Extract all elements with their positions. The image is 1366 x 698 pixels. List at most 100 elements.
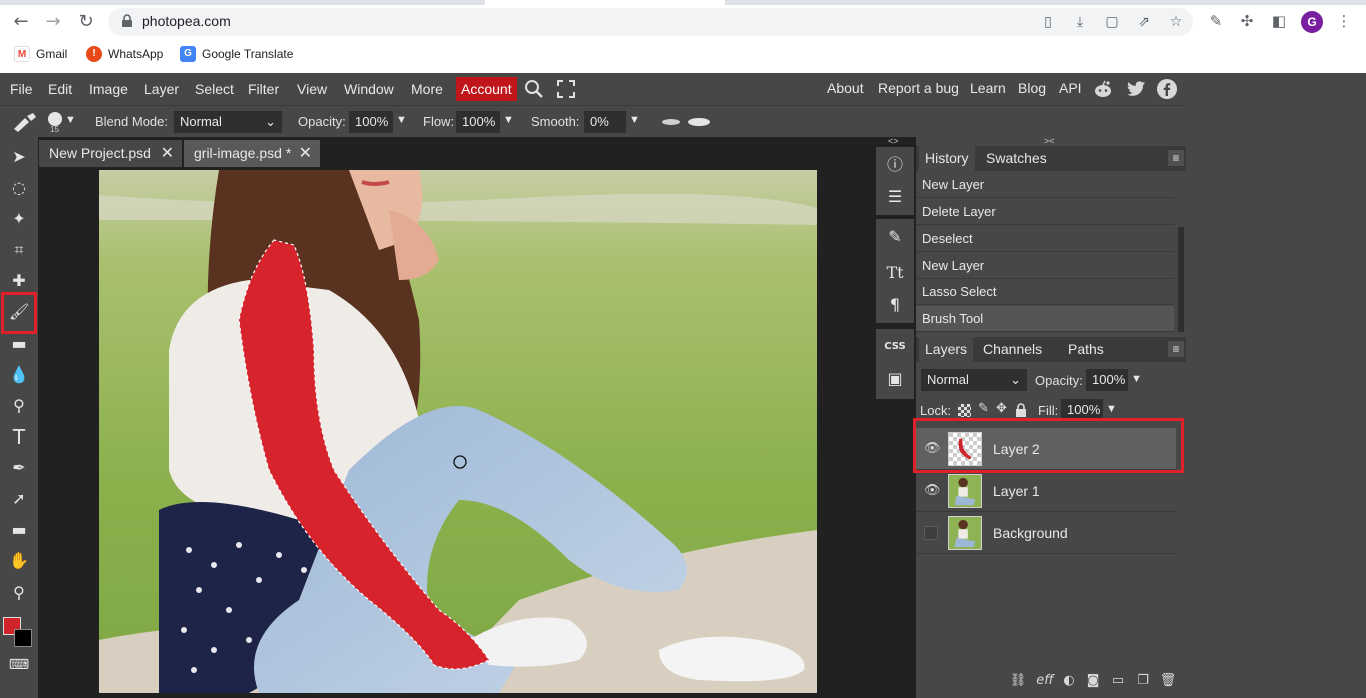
layer-row-layer-1[interactable]: 👁 Layer 1: [916, 470, 1176, 512]
pressure-toggle-icon[interactable]: [660, 117, 712, 127]
search-icon[interactable]: [524, 79, 544, 99]
fill-arrow-icon[interactable]: ▼: [1106, 403, 1117, 415]
close-icon[interactable]: ✕: [161, 140, 174, 167]
flow-input[interactable]: 100%: [456, 111, 500, 133]
collapse-arrows-icon[interactable]: ><: [1044, 136, 1055, 146]
paragraph-icon[interactable]: ¶: [885, 295, 905, 315]
menu-filter[interactable]: Filter: [248, 80, 279, 98]
gradient-tool-icon[interactable]: ▬: [7, 332, 31, 356]
menu-window[interactable]: Window: [344, 80, 394, 98]
menu-image[interactable]: Image: [89, 80, 128, 98]
layer-blend-mode-select[interactable]: Normal ⌄: [921, 369, 1027, 391]
pen-tool-icon[interactable]: ✒: [7, 456, 31, 480]
history-item[interactable]: New Layer: [916, 253, 1174, 279]
path-select-tool-icon[interactable]: ➚: [7, 487, 31, 511]
smooth-input[interactable]: 0%: [584, 111, 626, 133]
tab-swatches[interactable]: Swatches: [980, 146, 1053, 171]
keyboard-icon[interactable]: ⌨: [7, 653, 31, 677]
crop-tool-icon[interactable]: ⌗: [7, 238, 31, 262]
history-item[interactable]: Deselect: [916, 226, 1174, 252]
effects-icon[interactable]: eff: [1034, 673, 1056, 689]
layer-opacity-arrow-icon[interactable]: ▼: [1131, 373, 1142, 385]
character-icon[interactable]: Tt: [885, 263, 905, 283]
brush-dropdown-arrow-icon[interactable]: ▼: [65, 114, 76, 126]
mask-icon[interactable]: ◙: [1084, 673, 1102, 689]
bookmark-gmail[interactable]: M Gmail: [14, 44, 67, 64]
zoom-tool-icon[interactable]: ⚲: [7, 581, 31, 605]
info-icon[interactable]: ⓘ: [885, 155, 905, 175]
menu-api[interactable]: API: [1059, 80, 1082, 96]
bookmark-google-translate[interactable]: G Google Translate: [180, 44, 293, 64]
opacity-input[interactable]: 100%: [349, 111, 393, 133]
tab-layers[interactable]: Layers: [919, 337, 974, 362]
brush-settings-icon[interactable]: ✎: [885, 227, 905, 247]
menu-view[interactable]: View: [297, 80, 327, 98]
menu-file[interactable]: File: [10, 80, 33, 98]
menu-layer[interactable]: Layer: [144, 80, 179, 98]
profile-avatar[interactable]: G: [1301, 11, 1323, 33]
tab-history[interactable]: History: [919, 146, 975, 171]
dodge-tool-icon[interactable]: ⚲: [7, 394, 31, 418]
share-icon[interactable]: ⇗: [1136, 14, 1152, 30]
account-button[interactable]: Account: [456, 77, 517, 101]
move-tool-icon[interactable]: ➤: [7, 145, 31, 169]
menu-blog[interactable]: Blog: [1018, 80, 1046, 96]
layer-row-background[interactable]: Background: [916, 512, 1176, 554]
background-color-swatch[interactable]: [14, 629, 32, 647]
image-icon[interactable]: ▣: [885, 369, 905, 389]
doc-tab-new-project[interactable]: New Project.psd ✕: [39, 140, 182, 167]
puzzle-icon[interactable]: ✣: [1238, 12, 1256, 30]
healing-tool-icon[interactable]: ✚: [7, 269, 31, 293]
history-item[interactable]: Delete Layer: [916, 199, 1174, 225]
history-item-current[interactable]: Brush Tool: [916, 306, 1174, 332]
hand-tool-icon[interactable]: ✋: [7, 549, 31, 573]
menu-learn[interactable]: Learn: [970, 80, 1006, 96]
folder-icon[interactable]: ▭: [1109, 673, 1127, 689]
sidepanel-icon[interactable]: ◧: [1270, 12, 1288, 30]
menu-more[interactable]: More: [411, 80, 443, 98]
kebab-menu-icon[interactable]: ⋮: [1335, 12, 1353, 30]
lock-all-icon[interactable]: [1015, 403, 1027, 417]
forward-icon[interactable]: →: [42, 11, 64, 33]
visibility-toggle-empty[interactable]: [924, 526, 938, 540]
collapse-arrows-icon[interactable]: <>: [888, 136, 899, 146]
blur-tool-icon[interactable]: 💧: [7, 363, 31, 387]
fullscreen-icon[interactable]: [557, 80, 575, 98]
panel-menu-icon[interactable]: ≡: [1168, 341, 1184, 357]
history-item[interactable]: New Layer: [916, 172, 1174, 198]
install-icon[interactable]: ⤓: [1072, 14, 1088, 30]
twitter-icon[interactable]: [1125, 78, 1147, 100]
brush-preset-icon[interactable]: [11, 111, 39, 133]
panel-menu-icon[interactable]: ≡: [1168, 150, 1184, 166]
rectangle-tool-icon[interactable]: ▬: [7, 518, 31, 542]
bookmark-whatsapp[interactable]: ! WhatsApp: [86, 44, 163, 64]
link-icon[interactable]: ⛓: [1009, 673, 1027, 689]
sliders-icon[interactable]: ☰: [885, 187, 905, 207]
canvas-image[interactable]: [99, 170, 817, 693]
adjustment-icon[interactable]: ◐: [1060, 673, 1078, 689]
history-scrollbar[interactable]: [1178, 227, 1184, 332]
opacity-arrow-icon[interactable]: ▼: [396, 114, 407, 126]
css-icon[interactable]: CSS: [883, 337, 907, 357]
eyedropper-extension-icon[interactable]: ✎: [1207, 12, 1225, 30]
doc-tab-gril-image[interactable]: gril-image.psd * ✕: [184, 140, 320, 167]
layer-opacity-input[interactable]: 100%: [1086, 369, 1128, 391]
facebook-icon[interactable]: [1156, 78, 1178, 100]
reload-icon[interactable]: ↻: [75, 11, 97, 33]
clipboard-icon[interactable]: ▯: [1040, 14, 1056, 30]
blend-mode-select[interactable]: Normal ⌄: [174, 111, 282, 133]
flow-arrow-icon[interactable]: ▼: [503, 114, 514, 126]
trash-icon[interactable]: 🗑: [1159, 673, 1177, 689]
back-icon[interactable]: ←: [10, 11, 32, 33]
lock-position-icon[interactable]: ✥: [996, 401, 1007, 416]
history-item[interactable]: Lasso Select: [916, 279, 1174, 305]
magic-wand-tool-icon[interactable]: ✦: [7, 207, 31, 231]
text-tool-icon[interactable]: T: [7, 425, 31, 449]
eye-icon[interactable]: 👁: [924, 483, 941, 499]
smooth-arrow-icon[interactable]: ▼: [629, 114, 640, 126]
lock-pixels-icon[interactable]: ✎: [978, 401, 989, 416]
page-icon[interactable]: ▢: [1104, 14, 1120, 30]
address-bar[interactable]: photopea.com ▯ ⤓ ▢ ⇗ ☆: [108, 8, 1193, 36]
close-icon[interactable]: ✕: [299, 140, 312, 167]
star-icon[interactable]: ☆: [1168, 14, 1184, 30]
